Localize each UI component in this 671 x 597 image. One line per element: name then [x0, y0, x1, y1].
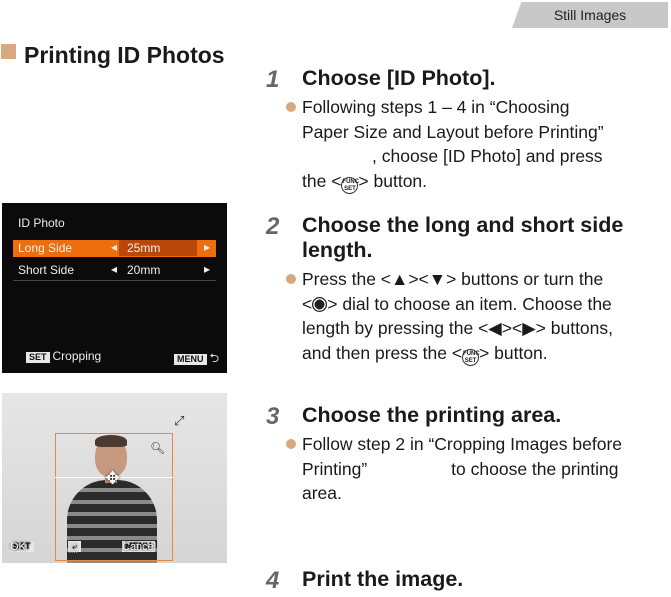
set-key-icon: SET — [26, 352, 50, 363]
row-value: 25mm — [119, 240, 197, 256]
right-arrow-icon: ▸ — [203, 262, 210, 276]
instruction-text: Press the <▲><▼> buttons or turn the — [302, 269, 604, 289]
camera-screen-id-photo: ID Photo Long Side ◂ 25mm ▸ Short Side ◂… — [2, 203, 227, 373]
instruction-text: , choose [ID Photo] and press — [372, 146, 603, 166]
left-arrow-icon: ◂ — [111, 240, 118, 254]
func-set-button-icon: FUNC SET — [462, 348, 480, 366]
section-marker — [1, 44, 16, 59]
step-2: 2 Choose the long and short side length.… — [266, 213, 666, 366]
step-title: Choose the long and short side length. — [302, 213, 624, 262]
instruction-text: and then press the < — [302, 342, 463, 363]
instruction-text: length by pressing the <◀><▶> buttons, — [302, 318, 614, 338]
step-instruction: Press the <▲><▼> buttons or turn the < > … — [286, 267, 666, 366]
hint-label: Cropping — [52, 349, 102, 363]
instruction-text: Follow step 2 in “Cropping Images before — [302, 434, 623, 454]
cropping-controls: SET OK ⤶ ⬚ MENU Cancel — [2, 539, 227, 555]
camera-screen-cropping: ✥ ⤢ 🔍︎ SET OK ⤶ ⬚ MENU Cancel — [2, 393, 227, 563]
instruction-text: > button. — [358, 170, 428, 191]
row-label: Long Side — [18, 241, 73, 255]
zoom-icon: ⤢ — [174, 413, 185, 428]
instruction-text: Following steps 1 – 4 in “Choosing — [302, 97, 570, 117]
instruction-text: > button. — [479, 342, 548, 363]
instruction-text: Paper Size and Layout before Printing” — [302, 121, 604, 142]
step-title: Print the image. — [302, 567, 464, 591]
func-set-button-icon: FUNC SET — [341, 176, 360, 194]
move-crosshair-icon: ✥ — [105, 468, 121, 488]
instruction-text: the < — [302, 170, 342, 191]
menu-row-long-side[interactable]: Long Side ◂ 25mm ▸ — [13, 240, 216, 257]
screen-title: ID Photo — [18, 216, 65, 230]
step-instruction: Following steps 1 – 4 in “Choosing Paper… — [286, 95, 666, 194]
rotate-frame-icon: ⬚ — [68, 542, 79, 554]
cropping-hint: SET Cropping — [26, 349, 101, 363]
menu-back-hint: MENU ⮌ — [174, 349, 219, 370]
step-title: Choose the printing area. — [302, 403, 562, 427]
magnifier-icon: 🔍︎ — [150, 441, 166, 455]
back-icon: ⮌ — [209, 351, 220, 365]
instruction-text: Printing” — [302, 458, 368, 479]
section-title: Printing ID Photos — [24, 42, 225, 68]
instruction-text: to choose the printing — [451, 458, 619, 479]
row-value: 20mm — [127, 263, 161, 277]
step-number: 4 — [266, 567, 280, 594]
step-number: 2 — [266, 213, 280, 240]
control-dial-icon — [312, 296, 328, 312]
step-number: 1 — [266, 66, 280, 93]
menu-row-short-side[interactable]: Short Side ◂ 20mm ▸ — [13, 262, 216, 279]
cancel-label: Cancel — [122, 541, 157, 553]
instruction-text: > dial to choose an item. Choose the — [327, 293, 612, 314]
ok-label: OK — [10, 541, 26, 553]
step-4: 4 Print the image. — [266, 567, 666, 594]
step-3: 3 Choose the printing area. Follow step … — [266, 403, 666, 506]
menu-key-icon: MENU — [174, 354, 207, 365]
instruction-text: area. — [302, 483, 342, 503]
row-label: Short Side — [18, 263, 75, 277]
step-title: Choose [ID Photo]. — [302, 66, 496, 90]
left-arrow-icon: ◂ — [111, 262, 118, 276]
step-number: 3 — [266, 403, 280, 430]
instruction-text: < — [302, 293, 313, 314]
divider — [13, 280, 216, 281]
step-1: 1 Choose [ID Photo]. Following steps 1 –… — [266, 66, 666, 194]
right-arrow-icon: ▸ — [203, 240, 210, 254]
category-tag: Still Images — [512, 2, 668, 28]
step-instruction: Follow step 2 in “Cropping Images before… — [286, 432, 666, 506]
